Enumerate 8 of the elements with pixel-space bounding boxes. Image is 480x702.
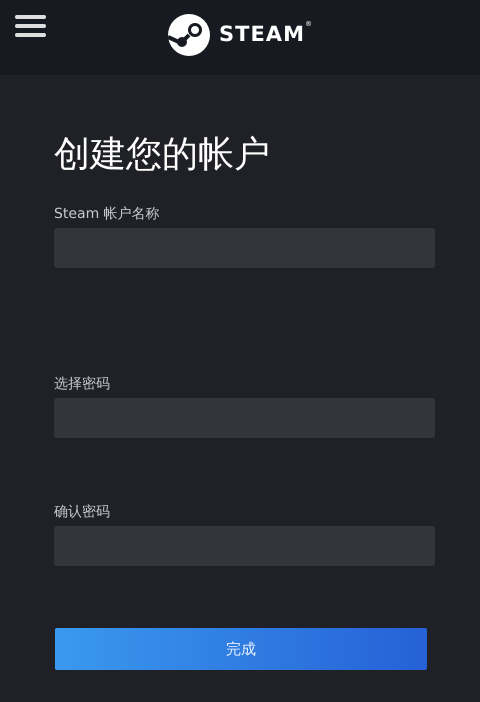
menu-button[interactable] — [14, 14, 48, 40]
submit-button[interactable]: 完成 — [55, 628, 427, 670]
field-label: 选择密码 — [54, 375, 111, 394]
field-label: 确认密码 — [54, 503, 111, 522]
logo-icon — [167, 13, 212, 57]
page-title: 创建您的帐户 — [54, 133, 271, 176]
field-label: Steam 帐户名称 — [54, 205, 161, 224]
menu-icon — [14, 14, 48, 40]
